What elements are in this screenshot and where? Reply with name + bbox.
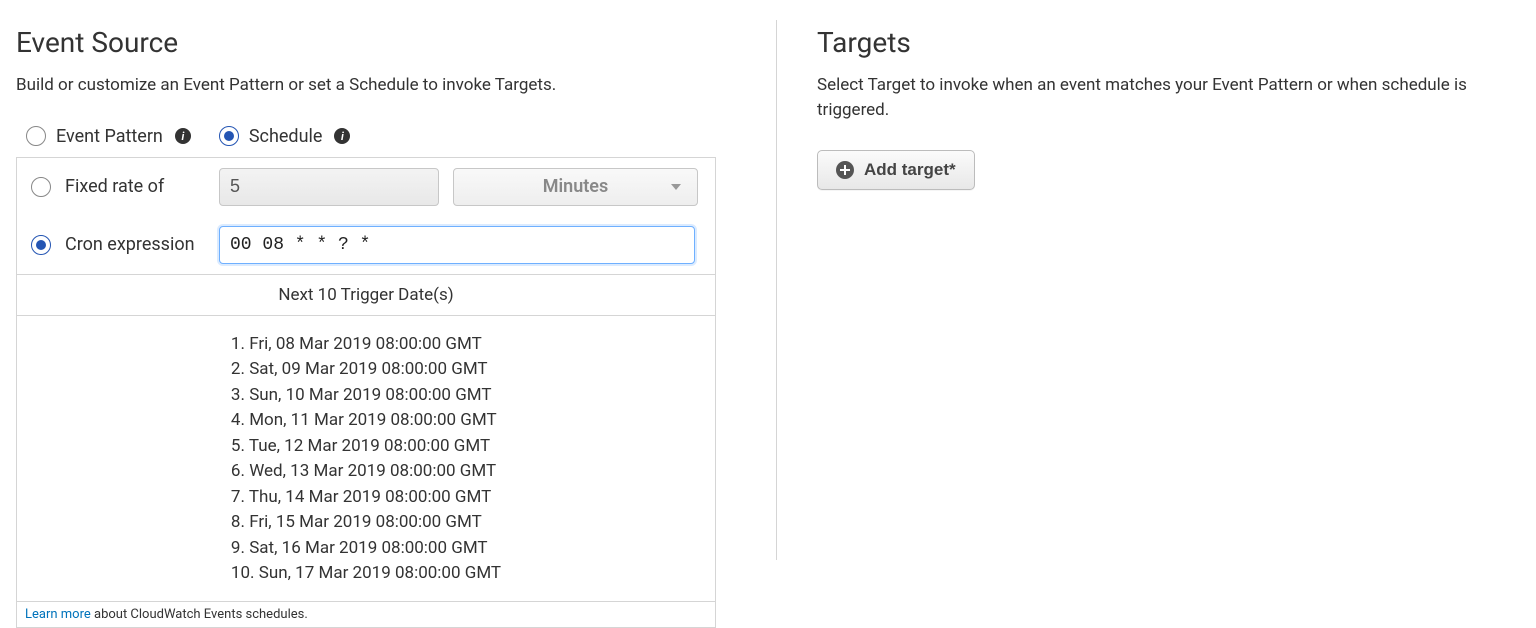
fixed-rate-unit-label: Minutes xyxy=(543,176,609,197)
trigger-date-item: Sat, 16 Mar 2019 08:00:00 GMT xyxy=(231,536,501,562)
trigger-dates-list: Fri, 08 Mar 2019 08:00:00 GMTSat, 09 Mar… xyxy=(17,315,715,601)
trigger-date-item: Fri, 15 Mar 2019 08:00:00 GMT xyxy=(231,510,501,536)
trigger-dates-header: Next 10 Trigger Date(s) xyxy=(17,274,715,315)
learn-more-link[interactable]: Learn more xyxy=(25,607,91,622)
event-source-title: Event Source xyxy=(16,26,756,59)
event-pattern-radio[interactable]: Event Pattern i xyxy=(26,126,191,147)
add-target-label: Add target* xyxy=(864,160,956,180)
trigger-date-item: Sun, 10 Mar 2019 08:00:00 GMT xyxy=(231,383,501,409)
targets-title: Targets xyxy=(817,26,1520,59)
trigger-date-item: Thu, 14 Mar 2019 08:00:00 GMT xyxy=(231,485,501,511)
targets-description: Select Target to invoke when an event ma… xyxy=(817,73,1520,122)
learn-more-text: about CloudWatch Events schedules. xyxy=(91,607,308,622)
schedule-radio[interactable]: Schedule i xyxy=(219,126,351,147)
radio-icon xyxy=(26,126,46,146)
trigger-date-item: Mon, 11 Mar 2019 08:00:00 GMT xyxy=(231,408,501,434)
schedule-settings-box: Fixed rate of Minutes Cron expression Ne… xyxy=(16,157,716,628)
cron-expression-input[interactable] xyxy=(219,226,695,264)
info-icon[interactable]: i xyxy=(175,128,191,144)
targets-panel: Targets Select Target to invoke when an … xyxy=(797,20,1520,628)
fixed-rate-row: Fixed rate of Minutes xyxy=(17,158,715,216)
event-source-description: Build or customize an Event Pattern or s… xyxy=(16,73,756,98)
schedule-label: Schedule xyxy=(249,126,323,147)
trigger-date-item: Sat, 09 Mar 2019 08:00:00 GMT xyxy=(231,357,501,383)
event-pattern-label: Event Pattern xyxy=(56,126,163,147)
trigger-date-item: Fri, 08 Mar 2019 08:00:00 GMT xyxy=(231,332,501,358)
fixed-rate-radio[interactable] xyxy=(31,177,51,197)
trigger-date-item: Wed, 13 Mar 2019 08:00:00 GMT xyxy=(231,459,501,485)
learn-more-row: Learn more about CloudWatch Events sched… xyxy=(17,601,715,627)
add-target-button[interactable]: Add target* xyxy=(817,150,975,190)
trigger-date-item: Tue, 12 Mar 2019 08:00:00 GMT xyxy=(231,434,501,460)
radio-icon xyxy=(219,126,239,146)
cron-radio[interactable] xyxy=(31,235,51,255)
plus-circle-icon xyxy=(836,161,854,179)
trigger-date-item: Sun, 17 Mar 2019 08:00:00 GMT xyxy=(231,561,501,587)
cron-label: Cron expression xyxy=(65,234,205,255)
cron-row: Cron expression xyxy=(17,216,715,274)
event-source-panel: Event Source Build or customize an Event… xyxy=(16,20,776,628)
fixed-rate-label: Fixed rate of xyxy=(65,176,205,197)
fixed-rate-unit-select[interactable]: Minutes xyxy=(453,168,698,206)
source-type-radiogroup: Event Pattern i Schedule i xyxy=(16,126,756,157)
info-icon[interactable]: i xyxy=(334,128,350,144)
column-divider xyxy=(776,20,777,560)
fixed-rate-value-input[interactable] xyxy=(219,168,439,206)
chevron-down-icon xyxy=(671,184,681,190)
